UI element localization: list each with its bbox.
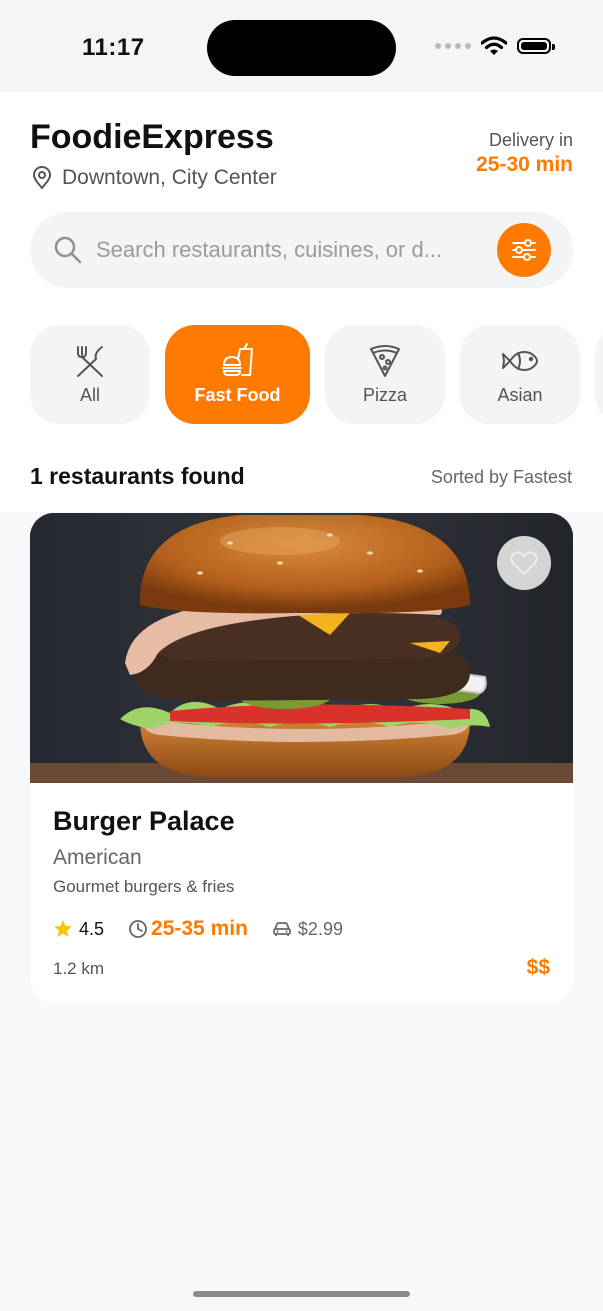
star-icon bbox=[54, 920, 72, 937]
signal-icon bbox=[435, 43, 471, 49]
category-asian[interactable]: Asian bbox=[460, 325, 580, 424]
delivery-time: 25-35 min bbox=[128, 917, 248, 941]
rating-value: 4.5 bbox=[79, 918, 105, 939]
home-indicator[interactable] bbox=[193, 1291, 410, 1297]
location-selector[interactable]: Downtown, City Center bbox=[32, 166, 277, 190]
burger-image bbox=[30, 513, 573, 783]
utensils-icon bbox=[77, 346, 103, 377]
status-icons bbox=[435, 36, 555, 56]
wifi-icon bbox=[481, 36, 507, 55]
results-count: 1 restaurants found bbox=[30, 463, 245, 489]
search-input[interactable] bbox=[96, 212, 496, 288]
restaurant-meta: 4.5 25-35 min $2.99 bbox=[53, 917, 343, 941]
favorite-button[interactable] bbox=[497, 536, 551, 590]
restaurant-cuisine: American bbox=[53, 846, 142, 869]
restaurant-distance: 1.2 km bbox=[53, 959, 105, 978]
delivery-estimate: Delivery in 25-30 min bbox=[476, 130, 573, 177]
sliders-icon bbox=[512, 239, 536, 261]
delivery-label: Delivery in bbox=[488, 130, 573, 150]
price-level: $$ bbox=[526, 956, 550, 979]
header: FoodieExpress Downtown, City Center Deli… bbox=[0, 92, 603, 512]
status-bar: 11:17 bbox=[0, 0, 603, 92]
filter-button[interactable] bbox=[497, 223, 551, 277]
clock-icon bbox=[129, 920, 147, 938]
pizza-slice-icon bbox=[370, 345, 400, 377]
battery-icon bbox=[517, 38, 555, 54]
restaurant-name: Burger Palace bbox=[53, 806, 235, 836]
dynamic-island bbox=[207, 20, 396, 76]
sort-label[interactable]: Sorted by Fastest bbox=[431, 467, 572, 488]
category-all[interactable]: All bbox=[30, 325, 150, 424]
category-more[interactable] bbox=[595, 325, 603, 424]
category-pizza[interactable]: Pizza bbox=[325, 325, 445, 424]
status-time: 11:17 bbox=[82, 34, 145, 61]
category-fast-food[interactable]: Fast Food bbox=[165, 325, 310, 424]
app-title: FoodieExpress bbox=[30, 118, 274, 156]
delivery-time-value: 25-35 min bbox=[151, 917, 248, 940]
category-label: Asian bbox=[497, 385, 543, 405]
search-bar bbox=[30, 212, 573, 288]
rating: 4.5 bbox=[53, 919, 104, 940]
restaurant-image bbox=[30, 513, 573, 783]
location-label: Downtown, City Center bbox=[62, 166, 277, 189]
heart-icon bbox=[510, 551, 538, 576]
delivery-fee-value: $2.99 bbox=[297, 918, 343, 939]
delivery-fee: $2.99 bbox=[272, 919, 343, 940]
category-label: All bbox=[79, 385, 100, 405]
category-list: All Fast Food Pizza Asian bbox=[30, 325, 603, 424]
category-label: Pizza bbox=[362, 385, 407, 405]
search-icon bbox=[54, 236, 82, 264]
restaurant-description: Gourmet burgers & fries bbox=[53, 877, 235, 896]
burger-drink-icon bbox=[221, 343, 253, 376]
car-icon bbox=[273, 922, 291, 936]
restaurant-card[interactable]: Burger Palace American Gourmet burgers &… bbox=[30, 513, 573, 1003]
delivery-value: 25-30 min bbox=[476, 153, 573, 176]
fish-icon bbox=[502, 351, 538, 371]
category-label: Fast Food bbox=[194, 385, 281, 405]
map-pin-icon bbox=[32, 166, 52, 190]
